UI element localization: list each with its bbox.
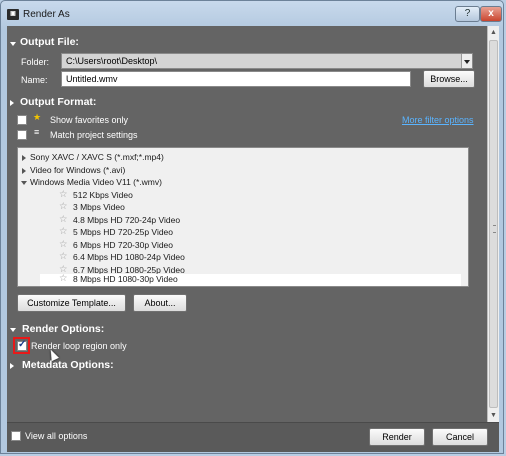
star-icon[interactable]: ☆ [59, 239, 68, 250]
scroll-down-icon[interactable]: ▼ [488, 410, 499, 421]
window-title: Render As [23, 9, 70, 20]
customize-template-button[interactable]: Customize Template... [17, 294, 126, 312]
title-bar: ▣ Render As ? x [1, 1, 503, 27]
folder-label: Folder: [21, 57, 50, 67]
metadata-options-expand-icon[interactable] [10, 363, 14, 369]
dialog-scroll-thumb[interactable] [489, 40, 498, 408]
render-loop-region-label: Render loop region only [31, 341, 127, 351]
dialog-content: Output File: Folder: C:\Users\root\Deskt… [7, 26, 487, 422]
browse-button[interactable]: Browse... [423, 70, 475, 88]
folder-value: C:\Users\root\Desktop\ [66, 56, 158, 66]
list-item-template-selected[interactable]: ☆ 8 Mbps HD 1080-30p Video [40, 273, 461, 286]
help-button[interactable]: ? [455, 6, 480, 22]
render-options-collapse-icon[interactable] [10, 328, 16, 332]
match-project-label: Match project settings [50, 130, 138, 140]
dialog-scrollbar[interactable]: ▲ ▼ [487, 26, 499, 422]
show-favorites-checkbox[interactable] [17, 115, 27, 125]
render-options-title: Render Options: [22, 323, 105, 335]
star-icon[interactable]: ☆ [59, 214, 68, 225]
list-item-template[interactable]: ☆ 5 Mbps HD 720-25p Video [18, 226, 461, 240]
more-filter-options-link[interactable]: More filter options [402, 115, 474, 125]
star-icon[interactable]: ☆ [59, 251, 68, 262]
output-file-title: Output File: [20, 36, 79, 48]
about-button[interactable]: About... [133, 294, 187, 312]
star-icon[interactable]: ☆ [59, 226, 68, 237]
match-project-checkbox[interactable] [17, 130, 27, 140]
view-all-options-checkbox[interactable] [11, 431, 21, 441]
scroll-up-icon[interactable]: ▲ [488, 27, 499, 38]
star-icon[interactable]: ☆ [59, 201, 68, 212]
list-item-template[interactable]: ☆ 6.4 Mbps HD 1080-24p Video [18, 251, 461, 265]
output-format-expand-icon[interactable] [10, 100, 14, 106]
star-icon[interactable]: ☆ [59, 273, 68, 284]
collapse-icon[interactable] [21, 181, 27, 185]
render-button[interactable]: Render [369, 428, 425, 446]
app-icon: ▣ [7, 9, 19, 20]
format-template-list[interactable]: Sony XAVC / XAVC S (*.mxf;*.mp4) Video f… [17, 147, 469, 287]
output-format-title: Output Format: [20, 96, 97, 108]
view-all-options-label: View all options [25, 431, 88, 441]
output-file-collapse-icon[interactable] [10, 42, 16, 46]
name-label: Name: [21, 75, 48, 85]
star-icon: ★ [33, 112, 42, 122]
list-item-template[interactable]: ☆ 4.8 Mbps HD 720-24p Video [18, 214, 461, 228]
name-input[interactable]: Untitled.wmv [61, 71, 411, 87]
list-group-video-for-windows[interactable]: Video for Windows (*.avi) [18, 165, 461, 178]
list-group-windows-media-video[interactable]: Windows Media Video V11 (*.wmv) [18, 177, 461, 190]
list-item-template[interactable]: ☆ 512 Kbps Video [18, 189, 461, 203]
list-item-template[interactable]: ☆ 6 Mbps HD 720-30p Video [18, 239, 461, 253]
list-group-sony-xavc[interactable]: Sony XAVC / XAVC S (*.mxf;*.mp4) [18, 152, 461, 165]
folder-combo[interactable]: C:\Users\root\Desktop\ [61, 53, 473, 69]
match-project-icon: ≡ [34, 127, 40, 137]
metadata-options-title: Metadata Options: [22, 359, 114, 371]
expand-icon[interactable] [22, 167, 26, 174]
render-loop-region-checkbox[interactable] [17, 339, 27, 351]
expand-icon[interactable] [22, 155, 26, 161]
list-item-template[interactable]: ☆ 3 Mbps Video [18, 201, 461, 215]
folder-dropdown-icon[interactable] [461, 54, 472, 68]
dialog-footer: View all options Render Cancel [7, 422, 499, 452]
close-button[interactable]: x [480, 6, 502, 22]
show-favorites-label: Show favorites only [50, 115, 129, 125]
star-icon[interactable]: ☆ [59, 189, 68, 200]
cancel-button[interactable]: Cancel [432, 428, 488, 446]
